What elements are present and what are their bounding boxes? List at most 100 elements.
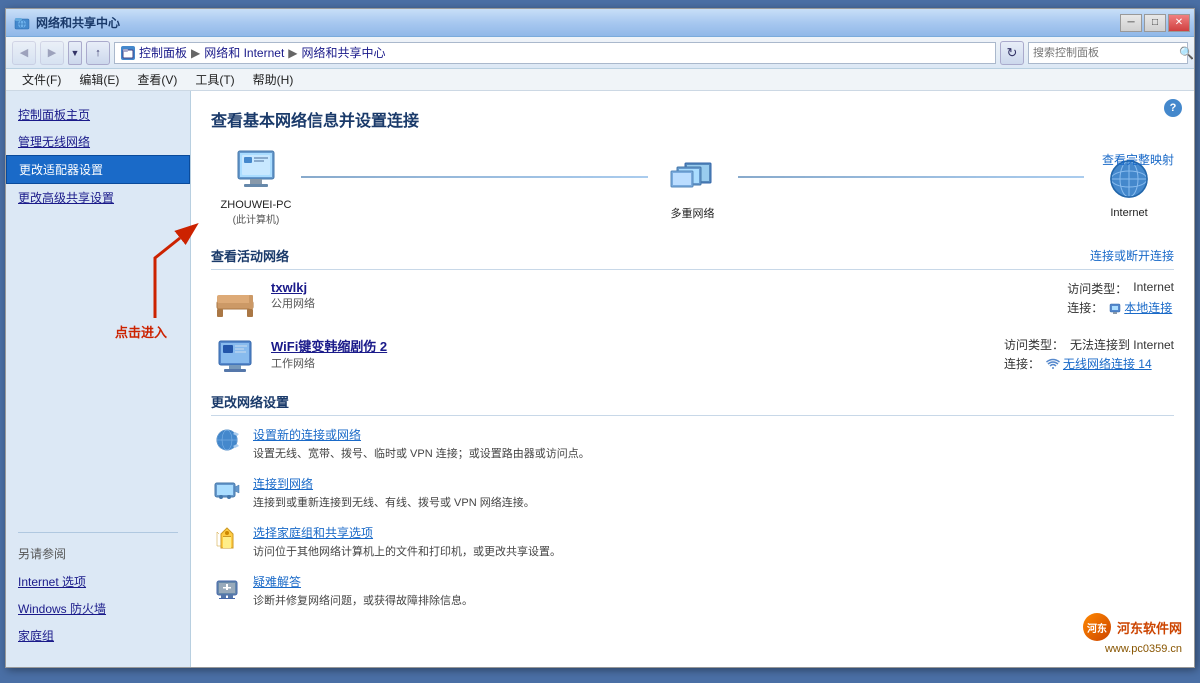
setting-link-1[interactable]: 设置新的连接或网络 — [253, 426, 1174, 443]
network-name-1[interactable]: txwlkj — [271, 280, 1035, 295]
active-networks-title: 查看活动网络 — [211, 246, 289, 265]
sidebar-also-firewall[interactable]: Windows 防火墙 — [6, 595, 190, 622]
menu-bar: 文件(F) 编辑(E) 查看(V) 工具(T) 帮助(H) — [6, 69, 1194, 91]
change-settings-section: 更改网络设置 设置新的 — [211, 392, 1174, 608]
content-area: 控制面板主页 管理无线网络 更改适配器设置 更改高级共享设置 另请参阅 Inte… — [6, 91, 1194, 667]
menu-file[interactable]: 文件(F) — [14, 69, 69, 90]
network-label-pc: ZHOUWEI-PC — [221, 199, 292, 211]
window-icon — [14, 15, 30, 31]
menu-view[interactable]: 查看(V) — [129, 69, 185, 90]
setting-row-3: 选择家庭组和共享选项 访问位于其他网络计算机上的文件和打印机，或更改共享设置。 — [211, 524, 1174, 559]
search-bar: 🔍 — [1028, 42, 1188, 64]
network-icon-1 — [211, 280, 259, 320]
network-connect-1: 连接： 本地连接 — [1067, 299, 1174, 316]
network-sublabel-pc: (此计算机) — [233, 211, 280, 226]
multi-network-icon — [665, 153, 721, 201]
setting-info-3: 选择家庭组和共享选项 访问位于其他网络计算机上的文件和打印机，或更改共享设置。 — [253, 524, 1174, 559]
search-icon[interactable]: 🔍 — [1179, 46, 1194, 60]
watermark-site: 河东软件网 — [1117, 618, 1182, 637]
network-label-multi: 多重网络 — [671, 205, 715, 221]
setting-link-4[interactable]: 疑难解答 — [253, 573, 1174, 590]
network-access-2: 访问类型： 无法连接到 Internet — [1004, 336, 1174, 353]
network-label-internet: Internet — [1110, 207, 1147, 219]
watermark-icon: 河东 — [1083, 613, 1111, 641]
setting-link-2[interactable]: 连接到网络 — [253, 475, 1174, 492]
breadcrumb-icon — [121, 46, 135, 60]
network-overview: ZHOUWEI-PC (此计算机) — [211, 147, 1174, 226]
sidebar-item-home[interactable]: 控制面板主页 — [6, 101, 190, 128]
active-networks-header: 查看活动网络 连接或断开连接 — [211, 246, 1174, 270]
setting-icon-1 — [211, 426, 243, 454]
back-button[interactable]: ◀ — [12, 41, 36, 65]
setting-row-4: 疑难解答 诊断并修复网络问题，或获得故障排除信息。 — [211, 573, 1174, 608]
menu-help[interactable]: 帮助(H) — [245, 69, 302, 90]
change-settings-title: 更改网络设置 — [211, 392, 289, 411]
sidebar-item-advanced[interactable]: 更改高级共享设置 — [6, 184, 190, 211]
network-connect-value-1[interactable]: 本地连接 — [1124, 299, 1172, 316]
network-connect-value-2[interactable]: 无线网络连接 14 — [1063, 355, 1152, 372]
connect-disconnect-link[interactable]: 连接或断开连接 — [1090, 247, 1174, 264]
network-node-multi: 多重网络 — [648, 153, 738, 221]
breadcrumb-item-2[interactable]: 网络和 Internet — [204, 44, 284, 61]
title-bar-left: 网络和共享中心 — [14, 14, 120, 31]
watermark: 河东 河东软件网 www.pc0359.cn — [1083, 613, 1182, 655]
menu-edit[interactable]: 编辑(E) — [71, 69, 127, 90]
network-row-1: txwlkj 公用网络 访问类型： Internet 连接： — [211, 280, 1174, 320]
setting-desc-4: 诊断并修复网络问题，或获得故障排除信息。 — [253, 595, 473, 607]
window-controls: ─ □ ✕ — [1120, 14, 1190, 32]
watermark-logo: 河东 河东软件网 — [1083, 613, 1182, 641]
setting-info-4: 疑难解答 诊断并修复网络问题，或获得故障排除信息。 — [253, 573, 1174, 608]
breadcrumb-item-1[interactable]: 控制面板 — [139, 44, 187, 61]
setting-info-1: 设置新的连接或网络 设置无线、宽带、拨号、临时或 VPN 连接；或设置路由器或访… — [253, 426, 1174, 461]
pc-icon — [228, 147, 284, 195]
breadcrumb-item-3[interactable]: 网络和共享中心 — [302, 44, 386, 61]
minimize-button[interactable]: ─ — [1120, 14, 1142, 32]
maximize-button[interactable]: □ — [1144, 14, 1166, 32]
setting-icon-2 — [211, 475, 243, 503]
breadcrumb: 控制面板 ▶ 网络和 Internet ▶ 网络和共享中心 — [114, 42, 996, 64]
sidebar-item-wireless[interactable]: 管理无线网络 — [6, 128, 190, 155]
sidebar-item-adapter[interactable]: 更改适配器设置 — [6, 155, 190, 184]
setting-link-3[interactable]: 选择家庭组和共享选项 — [253, 524, 1174, 541]
title-bar: 网络和共享中心 ─ □ ✕ — [6, 9, 1194, 37]
main-window: 网络和共享中心 ─ □ ✕ ◀ ▶ ▼ ↑ 控制面板 ▶ 网络和 Interne… — [5, 8, 1195, 668]
network-node-pc: ZHOUWEI-PC (此计算机) — [211, 147, 301, 226]
page-title: 查看基本网络信息并设置连接 — [211, 107, 1174, 131]
change-settings-header: 更改网络设置 — [211, 392, 1174, 416]
up-button[interactable]: ↑ — [86, 41, 110, 65]
menu-tools[interactable]: 工具(T) — [187, 69, 242, 90]
network-line-2 — [738, 176, 1085, 178]
network-connect-2: 连接： 无线网络连接 14 — [1004, 355, 1174, 372]
setting-desc-1: 设置无线、宽带、拨号、临时或 VPN 连接；或设置路由器或访问点。 — [253, 448, 590, 460]
network-access-1: 访问类型： Internet — [1067, 280, 1174, 297]
network-info-2: WiFi键变韩缩剧伤 2 工作网络 — [271, 336, 972, 371]
setting-info-2: 连接到网络 连接到或重新连接到无线、有线、拨号或 VPN 网络连接。 — [253, 475, 1174, 510]
network-name-2[interactable]: WiFi键变韩缩剧伤 2 — [271, 336, 972, 355]
forward-button[interactable]: ▶ — [40, 41, 64, 65]
history-button[interactable]: ▼ — [68, 41, 82, 65]
sidebar-also-section: 另请参阅 Internet 选项 Windows 防火墙 家庭组 — [6, 516, 190, 657]
sidebar: 控制面板主页 管理无线网络 更改适配器设置 更改高级共享设置 另请参阅 Inte… — [6, 91, 191, 667]
wireless-icon — [1046, 358, 1060, 370]
network-type-2: 工作网络 — [271, 355, 972, 371]
view-full-map-link[interactable]: 查看完整映射 — [1102, 153, 1174, 167]
sidebar-also-homegroup[interactable]: 家庭组 — [6, 622, 190, 649]
setting-desc-3: 访问位于其他网络计算机上的文件和打印机，或更改共享设置。 — [253, 546, 561, 558]
network-type-1: 公用网络 — [271, 295, 1035, 311]
nav-bar: ◀ ▶ ▼ ↑ 控制面板 ▶ 网络和 Internet ▶ 网络和共享中心 ↻ … — [6, 37, 1194, 69]
setting-icon-3 — [211, 524, 243, 552]
help-button[interactable]: ? — [1164, 99, 1182, 117]
sidebar-also-internet[interactable]: Internet 选项 — [6, 568, 190, 595]
watermark-url: www.pc0359.cn — [1083, 643, 1182, 655]
setting-desc-2: 连接到或重新连接到无线、有线、拨号或 VPN 网络连接。 — [253, 497, 535, 509]
network-row-2: WiFi键变韩缩剧伤 2 工作网络 访问类型： 无法连接到 Internet 连… — [211, 336, 1174, 376]
close-button[interactable]: ✕ — [1168, 14, 1190, 32]
network-info-1: txwlkj 公用网络 — [271, 280, 1035, 311]
sidebar-also-title: 另请参阅 — [6, 541, 190, 568]
refresh-button[interactable]: ↻ — [1000, 41, 1024, 65]
window-title: 网络和共享中心 — [36, 14, 120, 31]
search-input[interactable] — [1033, 47, 1175, 59]
network-details-1: 访问类型： Internet 连接： 本地连接 — [1067, 280, 1174, 316]
setting-row-2: 连接到网络 连接到或重新连接到无线、有线、拨号或 VPN 网络连接。 — [211, 475, 1174, 510]
setting-row-1: 设置新的连接或网络 设置无线、宽带、拨号、临时或 VPN 连接；或设置路由器或访… — [211, 426, 1174, 461]
